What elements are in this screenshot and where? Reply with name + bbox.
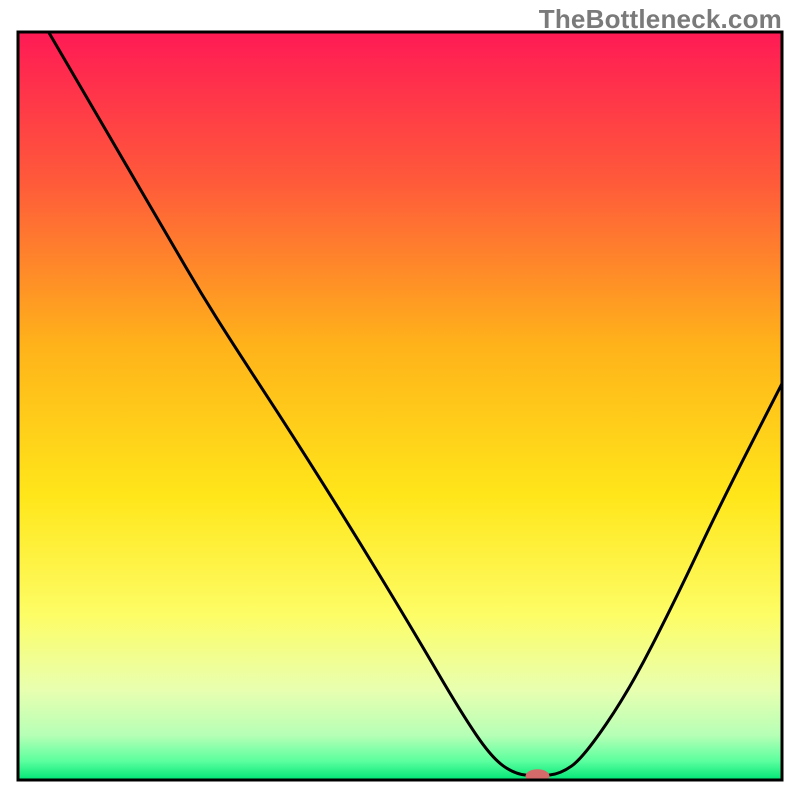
- bottleneck-chart: [0, 0, 800, 800]
- watermark-text: TheBottleneck.com: [539, 4, 782, 35]
- chart-background-gradient: [18, 32, 782, 780]
